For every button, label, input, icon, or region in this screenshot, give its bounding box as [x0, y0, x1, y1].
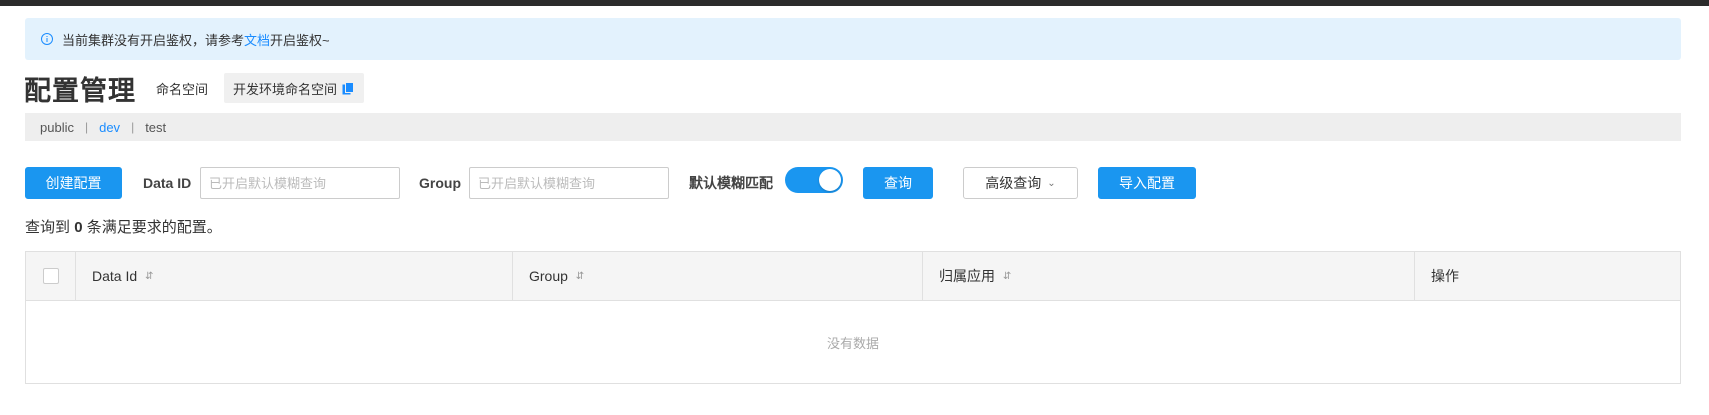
- namespace-name: 开发环境命名空间: [233, 81, 338, 97]
- select-all-cell: [26, 252, 76, 300]
- chevron-down-icon: ⌄: [1047, 177, 1056, 189]
- group-label: Group: [419, 175, 461, 191]
- notice-text-prefix: 当前集群没有开启鉴权，请参考: [62, 32, 245, 48]
- title-row: 配置管理 命名空间 开发环境命名空间: [24, 68, 365, 108]
- result-summary: 查询到 0 条满足要求的配置。: [25, 216, 222, 237]
- data-id-label: Data ID: [143, 175, 192, 191]
- column-group-label: Group: [529, 268, 568, 284]
- column-data-id-label: Data Id: [92, 268, 138, 284]
- fuzzy-match-toggle[interactable]: [785, 167, 843, 193]
- empty-state: 没有数据: [826, 336, 879, 351]
- separator: |: [131, 120, 135, 134]
- select-all-checkbox[interactable]: [42, 268, 59, 284]
- auth-notice: 当前集群没有开启鉴权，请参考 文档 开启鉴权~: [25, 18, 1681, 60]
- namespace-tab-public[interactable]: public: [40, 120, 74, 135]
- import-config-button[interactable]: 导入配置: [1098, 167, 1196, 199]
- result-suffix: 条满足要求的配置。: [86, 219, 222, 236]
- namespace-label: 命名空间: [156, 81, 209, 97]
- namespace-tab-dev[interactable]: dev: [99, 120, 120, 135]
- query-button[interactable]: 查询: [863, 167, 933, 199]
- page-title: 配置管理: [24, 75, 136, 106]
- column-actions-label: 操作: [1431, 268, 1459, 284]
- sort-icon[interactable]: ⇵: [576, 271, 584, 282]
- group-input[interactable]: [469, 167, 669, 199]
- result-prefix: 查询到: [25, 219, 71, 236]
- fuzzy-match-label: 默认模糊匹配: [689, 175, 773, 191]
- result-count: 0: [74, 219, 83, 236]
- sort-icon[interactable]: ⇵: [1003, 271, 1011, 282]
- column-app-label: 归属应用: [939, 268, 995, 284]
- data-id-input[interactable]: [200, 167, 400, 199]
- namespace-bar: public | dev | test: [25, 113, 1681, 141]
- create-config-button[interactable]: 创建配置: [25, 167, 122, 199]
- advanced-query-button[interactable]: 高级查询 ⌄: [963, 167, 1078, 199]
- info-icon: [41, 33, 53, 45]
- column-app[interactable]: 归属应用 ⇵: [923, 252, 1415, 300]
- notice-text-suffix: 开启鉴权~: [270, 32, 330, 48]
- column-data-id[interactable]: Data Id ⇵: [76, 252, 513, 300]
- sort-icon[interactable]: ⇵: [145, 271, 153, 282]
- toolbar: 创建配置 Data ID Group 默认模糊匹配 查询 高级查询 ⌄ 导入配置: [25, 167, 1705, 199]
- namespace-tab-test[interactable]: test: [145, 120, 166, 135]
- separator: |: [84, 120, 89, 134]
- top-bar: [0, 0, 1709, 6]
- config-table: Data Id ⇵ Group ⇵ 归属应用 ⇵ 操作 没有数据: [25, 251, 1681, 384]
- column-group[interactable]: Group ⇵: [513, 252, 923, 300]
- copy-icon[interactable]: [342, 81, 355, 95]
- notice-docs-link[interactable]: 文档: [244, 30, 270, 49]
- advanced-query-label: 高级查询: [985, 175, 1042, 191]
- toggle-knob: [819, 169, 841, 191]
- table-header: Data Id ⇵ Group ⇵ 归属应用 ⇵ 操作: [26, 252, 1680, 301]
- column-actions: 操作: [1415, 252, 1680, 300]
- namespace-chip: 开发环境命名空间: [224, 73, 365, 103]
